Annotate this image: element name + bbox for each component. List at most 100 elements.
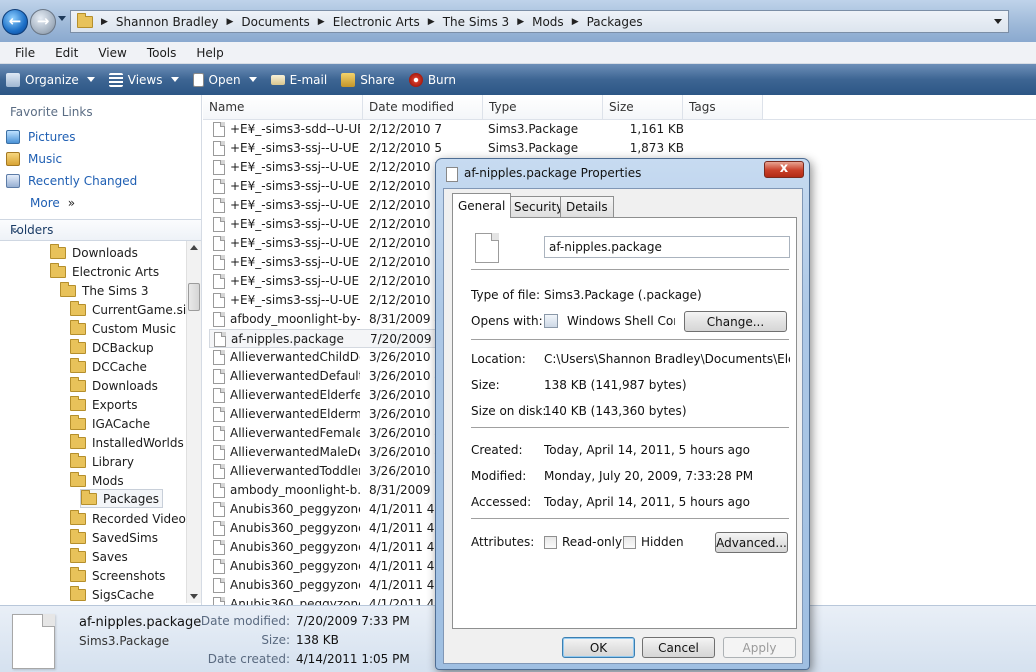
menu-file[interactable]: File bbox=[12, 46, 38, 60]
file-name: +E¥_-sims3-ssj--U-UE... bbox=[230, 255, 360, 269]
music-icon bbox=[6, 152, 20, 166]
favorite-links-title: Favorite Links bbox=[10, 105, 93, 119]
breadcrumb-electronic-arts[interactable]: Electronic Arts bbox=[333, 15, 420, 29]
file-name-field[interactable] bbox=[544, 236, 790, 258]
column-size[interactable]: Size bbox=[603, 95, 683, 119]
forward-button[interactable]: → bbox=[30, 9, 56, 35]
menu-view[interactable]: View bbox=[95, 46, 129, 60]
modified-label: Modified: bbox=[471, 469, 527, 483]
scrollbar-thumb[interactable] bbox=[188, 283, 200, 311]
email-button[interactable]: E-mail bbox=[270, 72, 328, 87]
tree-item-installedworlds[interactable]: InstalledWorlds bbox=[70, 433, 184, 452]
hidden-checkbox[interactable] bbox=[623, 536, 636, 549]
pictures-icon bbox=[6, 130, 20, 144]
open-button[interactable]: Open bbox=[192, 72, 257, 87]
tree-item-downloads[interactable]: Downloads bbox=[50, 243, 138, 262]
file-name: Anubis360_peggyzone... bbox=[230, 597, 360, 605]
advanced-button[interactable]: Advanced... bbox=[715, 532, 788, 553]
tree-scrollbar[interactable] bbox=[186, 241, 201, 603]
favorite-recently-changed[interactable]: Recently Changed bbox=[6, 174, 137, 188]
breadcrumb-separator[interactable]: ▶ bbox=[572, 17, 579, 27]
breadcrumb-separator[interactable]: ▶ bbox=[517, 17, 524, 27]
close-button[interactable]: x bbox=[764, 161, 804, 178]
file-row[interactable]: +E¥_-sims3-sdd--U-UE... 2/12/2010 7:09 PM… bbox=[209, 120, 685, 139]
favorite-label: Recently Changed bbox=[28, 174, 138, 188]
folder-icon bbox=[70, 357, 86, 373]
read-only-label[interactable]: Read-only bbox=[562, 535, 622, 549]
ok-button[interactable]: OK bbox=[562, 637, 635, 658]
favorite-more[interactable]: More » bbox=[30, 196, 75, 210]
tree-item-the-sims-3[interactable]: The Sims 3 bbox=[60, 281, 148, 300]
address-dropdown-icon[interactable] bbox=[994, 19, 1002, 24]
share-button[interactable]: Share bbox=[341, 72, 395, 87]
scroll-up-icon[interactable] bbox=[190, 245, 198, 250]
file-row[interactable]: +E¥_-sims3-ssj--U-UE... 2/12/2010 5:49 PM… bbox=[209, 139, 685, 158]
back-button[interactable]: ← bbox=[2, 9, 28, 35]
breadcrumb-separator[interactable]: ▶ bbox=[428, 17, 435, 27]
tree-item-electronic-arts[interactable]: Electronic Arts bbox=[50, 262, 159, 281]
file-date: 4/1/2011 4:1 bbox=[369, 559, 441, 573]
tree-item-sigscache[interactable]: SigsCache bbox=[70, 585, 154, 604]
tree-item-custom-music[interactable]: Custom Music bbox=[70, 319, 176, 338]
tree-item-exports[interactable]: Exports bbox=[70, 395, 138, 414]
tree-item-dccache[interactable]: DCCache bbox=[70, 357, 147, 376]
column-date-modified[interactable]: Date modified bbox=[363, 95, 483, 119]
tree-label: Saves bbox=[92, 549, 128, 564]
favorite-pictures[interactable]: Pictures bbox=[6, 130, 76, 144]
change-button[interactable]: Change... bbox=[684, 311, 787, 332]
breadcrumb-shannon-bradley[interactable]: Shannon Bradley bbox=[116, 15, 219, 29]
modified-value: Monday, July 20, 2009, 7:33:28 PM bbox=[544, 469, 754, 483]
breadcrumb-separator[interactable]: ▶ bbox=[101, 17, 108, 27]
file-name: +E¥_-sims3-ssj--U-UE... bbox=[230, 179, 360, 193]
scroll-down-icon[interactable] bbox=[190, 594, 198, 599]
tree-item-packages[interactable]: Packages bbox=[80, 489, 163, 508]
breadcrumb-mods[interactable]: Mods bbox=[532, 15, 564, 29]
favorite-music[interactable]: Music bbox=[6, 152, 62, 166]
column-type[interactable]: Type bbox=[483, 95, 603, 119]
menu-edit[interactable]: Edit bbox=[52, 46, 81, 60]
views-button[interactable]: Views bbox=[108, 72, 179, 87]
tree-item-savedsims[interactable]: SavedSims bbox=[70, 528, 158, 547]
burn-button[interactable]: Burn bbox=[408, 72, 456, 87]
file-icon bbox=[213, 160, 225, 175]
tree-item-downloads-sub[interactable]: Downloads bbox=[70, 376, 158, 395]
tree-item-library[interactable]: Library bbox=[70, 452, 134, 471]
tree-item-screenshots[interactable]: Screenshots bbox=[70, 566, 165, 585]
read-only-checkbox[interactable] bbox=[544, 536, 557, 549]
tree-item-saves[interactable]: Saves bbox=[70, 547, 128, 566]
breadcrumb-packages[interactable]: Packages bbox=[587, 15, 643, 29]
tab-general[interactable]: General bbox=[452, 193, 512, 218]
file-icon bbox=[213, 407, 225, 422]
breadcrumb-separator[interactable]: ▶ bbox=[318, 17, 325, 27]
apply-button[interactable]: Apply bbox=[723, 637, 796, 658]
folders-header[interactable]: Folders ⌄ bbox=[0, 219, 201, 241]
file-date: 3/26/2010 4: bbox=[369, 445, 441, 459]
size-value: 138 KB (141,987 bytes) bbox=[544, 378, 687, 392]
column-name[interactable]: Name bbox=[203, 95, 363, 119]
tree-label: The Sims 3 bbox=[82, 283, 149, 298]
file-icon bbox=[213, 502, 225, 517]
cancel-button[interactable]: Cancel bbox=[642, 637, 715, 658]
breadcrumb-the-sims-3[interactable]: The Sims 3 bbox=[443, 15, 509, 29]
tree-item-recorded-videos[interactable]: Recorded Videos bbox=[70, 509, 186, 528]
file-icon bbox=[213, 122, 225, 137]
file-size: 1,161 KB bbox=[629, 122, 684, 136]
tree-item-currentgame[interactable]: CurrentGame.sims3 bbox=[70, 300, 186, 319]
folder-icon bbox=[70, 566, 86, 582]
breadcrumb-separator[interactable]: ▶ bbox=[226, 17, 233, 27]
email-label: E-mail bbox=[289, 72, 328, 87]
hidden-label[interactable]: Hidden bbox=[641, 535, 684, 549]
tree-item-igacache[interactable]: IGACache bbox=[70, 414, 150, 433]
menu-tools[interactable]: Tools bbox=[144, 46, 180, 60]
breadcrumb-documents[interactable]: Documents bbox=[241, 15, 309, 29]
menu-help[interactable]: Help bbox=[193, 46, 226, 60]
recent-pages-dropdown[interactable] bbox=[58, 16, 66, 21]
organize-button[interactable]: Organize bbox=[6, 72, 95, 87]
tree-item-dcbackup[interactable]: DCBackup bbox=[70, 338, 154, 357]
tab-details[interactable]: Details bbox=[560, 196, 614, 217]
tree-item-mods[interactable]: Mods bbox=[70, 471, 124, 490]
file-row[interactable]: af-nipples.package 7/20/2009 7: bbox=[209, 329, 442, 348]
address-bar[interactable]: ▶ Shannon Bradley ▶ Documents ▶ Electron… bbox=[70, 10, 1009, 33]
location-value: C:\Users\Shannon Bradley\Documents\Elect… bbox=[544, 352, 790, 366]
column-tags[interactable]: Tags bbox=[683, 95, 763, 119]
